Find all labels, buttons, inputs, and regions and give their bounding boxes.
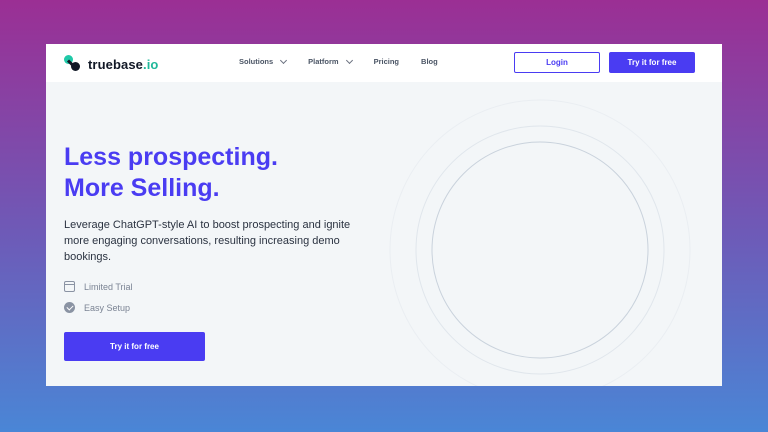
feature-easy-setup: Easy Setup (64, 302, 130, 313)
try-free-hero-button[interactable]: Try it for free (64, 332, 205, 361)
browser-page: truebase.io Solutions Platform Pricing B… (46, 44, 722, 386)
circle-middle (415, 125, 665, 375)
circle-outer (389, 99, 691, 386)
circle-inner (431, 141, 649, 359)
hero-title-line2: More Selling. (64, 174, 220, 202)
feature-label: Limited Trial (84, 281, 133, 292)
hero-title-line1: Less prospecting. (64, 143, 278, 171)
check-circle-icon (64, 302, 75, 313)
calendar-icon (64, 281, 75, 292)
hero-subtitle: Leverage ChatGPT-style AI to boost prosp… (64, 219, 351, 263)
hero-title: Less prospecting. More Selling. (64, 142, 278, 204)
feature-limited-trial: Limited Trial (64, 281, 133, 292)
feature-label: Easy Setup (84, 302, 131, 313)
